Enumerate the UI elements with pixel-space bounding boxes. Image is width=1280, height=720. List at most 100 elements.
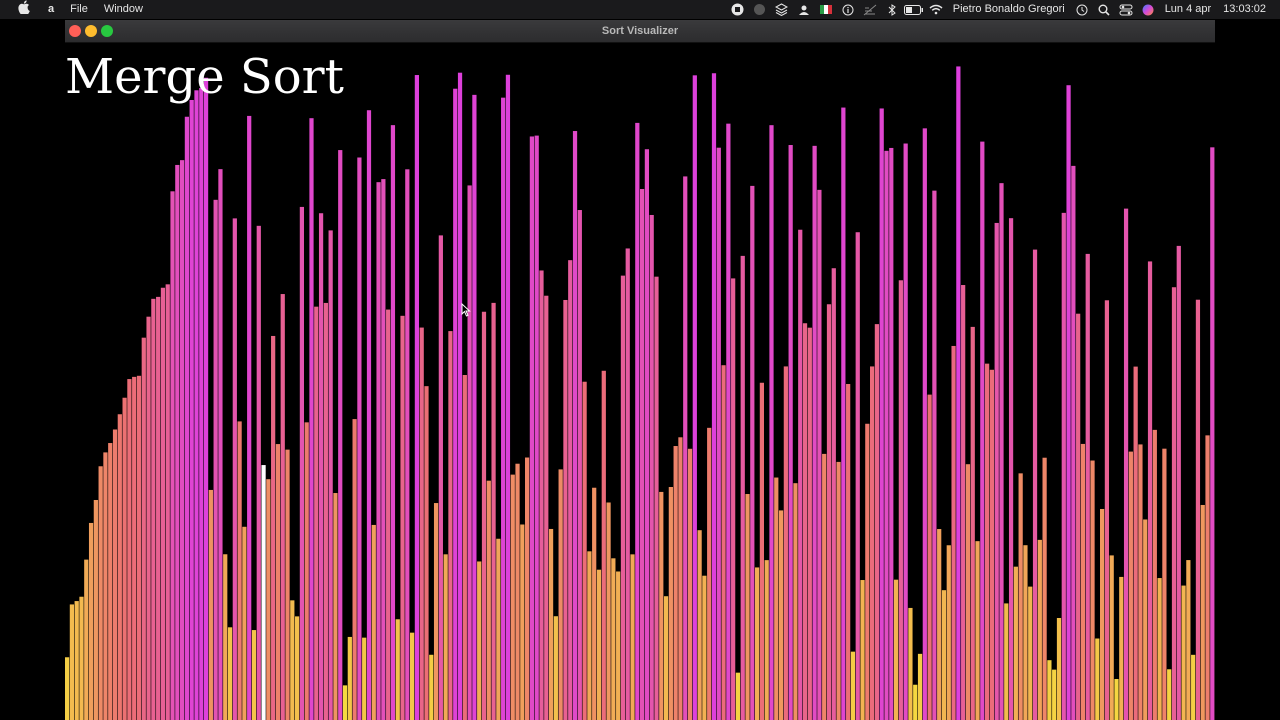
bar <box>980 141 985 720</box>
bar <box>88 522 94 720</box>
bar <box>1162 448 1167 720</box>
menu-file[interactable]: File <box>62 0 96 19</box>
bar <box>721 365 726 720</box>
bar <box>802 323 808 720</box>
bar <box>112 429 118 720</box>
bar <box>941 590 947 720</box>
apple-menu-icon[interactable] <box>0 0 40 19</box>
bar <box>1095 638 1100 720</box>
bar <box>525 457 530 720</box>
bar <box>893 579 899 720</box>
bar <box>127 379 132 720</box>
user-name[interactable]: Pietro Bonaldo Gregori <box>947 0 1071 19</box>
title-bar[interactable]: Sort Visualizer <box>65 20 1215 43</box>
wifi-icon[interactable] <box>925 0 947 19</box>
bar <box>1176 245 1181 720</box>
bar <box>831 268 836 720</box>
bar <box>65 657 70 720</box>
bar <box>1013 566 1018 720</box>
bar <box>826 304 832 720</box>
bar <box>151 298 156 720</box>
bar <box>160 287 166 720</box>
bar <box>917 653 923 720</box>
bar <box>601 370 606 720</box>
bar <box>793 483 798 720</box>
time-machine-icon[interactable] <box>1071 0 1093 19</box>
menu-date[interactable]: Lun 4 apr <box>1159 0 1217 19</box>
bar <box>817 189 822 720</box>
bar <box>961 285 966 720</box>
bar <box>572 131 578 720</box>
bar <box>266 479 271 720</box>
bar <box>1008 218 1014 720</box>
mouse-cursor-icon <box>461 303 471 317</box>
bar <box>1085 253 1090 720</box>
battery-crossed-icon[interactable] <box>859 0 881 19</box>
bar <box>769 125 774 720</box>
bar <box>726 123 731 720</box>
bar <box>1100 508 1105 720</box>
bar <box>678 437 683 720</box>
bar <box>1119 576 1124 720</box>
bar <box>582 381 587 720</box>
bar <box>707 427 712 720</box>
bar <box>841 107 846 720</box>
bar <box>548 528 554 720</box>
bar <box>1133 366 1138 720</box>
bar <box>913 684 918 720</box>
extension-icon[interactable] <box>749 0 771 19</box>
bar <box>994 222 999 720</box>
menu-clock[interactable]: 13:03:02 <box>1217 0 1280 19</box>
bar <box>563 299 568 720</box>
bar <box>342 685 348 720</box>
bar <box>620 275 626 720</box>
bar <box>1195 299 1201 720</box>
bar <box>218 169 223 720</box>
battery-icon[interactable] <box>903 0 925 19</box>
control-center-icon[interactable] <box>1115 0 1137 19</box>
bar <box>975 541 980 720</box>
bar <box>472 94 477 720</box>
italy-flag-icon[interactable] <box>815 0 837 19</box>
bar <box>663 596 669 720</box>
bar <box>481 311 487 720</box>
bar <box>390 125 396 720</box>
bar <box>299 206 305 720</box>
bar <box>199 88 204 720</box>
bar <box>376 182 381 720</box>
bar <box>1147 261 1153 720</box>
search-icon[interactable] <box>1093 0 1115 19</box>
bar <box>1028 586 1033 720</box>
bar <box>414 75 420 720</box>
bar <box>534 135 539 720</box>
app-menu[interactable]: a <box>40 0 62 19</box>
info-icon[interactable] <box>837 0 859 19</box>
layers-icon[interactable] <box>771 0 793 19</box>
menu-bar: a File Window Pietro Bonaldo Gregori Lun… <box>0 0 1280 19</box>
bar <box>1138 444 1143 720</box>
bar <box>510 474 515 720</box>
bar <box>333 493 338 720</box>
bar <box>285 449 290 720</box>
stop-record-icon[interactable] <box>727 0 749 19</box>
bar <box>927 394 932 720</box>
bar <box>381 179 386 720</box>
bar <box>865 423 870 720</box>
bar <box>275 444 281 720</box>
bar <box>970 326 975 720</box>
bar <box>347 636 352 720</box>
bar <box>505 74 511 720</box>
menu-window[interactable]: Window <box>96 0 151 19</box>
bar <box>203 77 209 720</box>
bar <box>1090 460 1095 720</box>
user-icon[interactable] <box>793 0 815 19</box>
bar <box>338 150 343 720</box>
bar <box>180 160 185 720</box>
siri-icon[interactable] <box>1137 0 1159 19</box>
bar <box>544 295 549 720</box>
bar <box>692 75 697 720</box>
bar <box>592 487 597 720</box>
bar <box>156 296 161 720</box>
bar <box>1181 585 1186 720</box>
bluetooth-icon[interactable] <box>881 0 903 19</box>
